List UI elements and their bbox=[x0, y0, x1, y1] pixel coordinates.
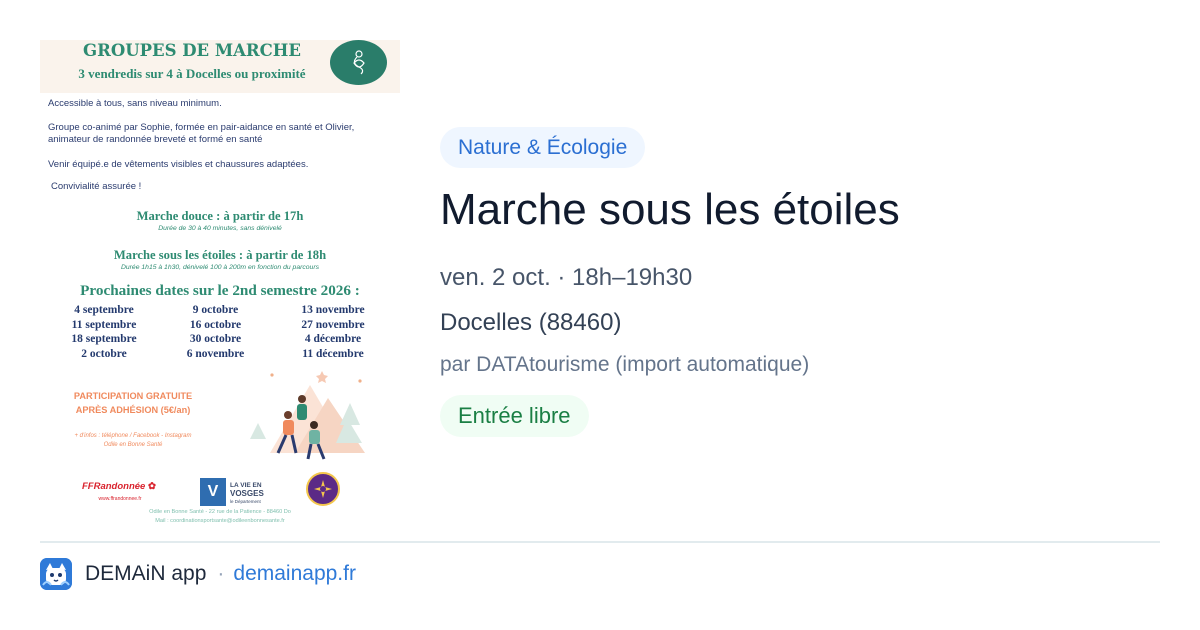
poster-footer-line: Odile en Bonne Santé - 22 rue de la Pati… bbox=[149, 509, 291, 515]
poster-walk-stars-note: Durée 1h15 à 1h30, dénivelé 100 à 200m e… bbox=[120, 264, 319, 271]
poster-date: 11 décembre bbox=[302, 347, 364, 360]
poster-participation-line: APRÈS ADHÉSION (5€/an) bbox=[75, 405, 191, 415]
app-url-link[interactable]: demainapp.fr bbox=[233, 562, 356, 586]
vosges-text-line: le Département bbox=[230, 499, 261, 504]
event-location: Docelles (88460) bbox=[440, 309, 622, 336]
poster-line: animateur de randonnée breveté et formé … bbox=[48, 134, 263, 145]
poster-subtitle: 3 vendredis sur 4 à Docelles ou proximit… bbox=[78, 66, 306, 81]
poster-participation: PARTICIPATION GRATUITE APRÈS ADHÉSION (5… bbox=[48, 389, 218, 417]
poster-date: 18 septembre bbox=[71, 333, 137, 346]
ffr-figure-icon: ✿ bbox=[147, 481, 156, 492]
vosges-departement-logo: V LA VIE EN VOSGES le Département bbox=[200, 478, 270, 508]
poster-date: 4 décembre bbox=[304, 333, 362, 346]
demain-app-icon bbox=[40, 558, 72, 590]
poster-info: + d'infos : téléphone / Facebook - Insta… bbox=[48, 432, 218, 450]
event-title: Marche sous les étoiles bbox=[440, 185, 900, 234]
category-badge: Nature & Écologie bbox=[440, 127, 646, 168]
poster-date: 6 novembre bbox=[186, 347, 245, 360]
poster-title: GROUPES DE MARCHE bbox=[83, 41, 301, 60]
poster-walk-gentle-note: Durée de 30 à 40 minutes, sans dénivelé bbox=[158, 225, 282, 232]
poster-date: 2 octobre bbox=[81, 347, 127, 360]
poster-walk-stars: Marche sous les étoiles : à partir de 18… bbox=[113, 248, 327, 262]
poster-date: 4 septembre bbox=[74, 304, 134, 316]
poster-date: 11 septembre bbox=[71, 318, 137, 331]
poster-participation-line: PARTICIPATION GRATUITE bbox=[73, 391, 193, 401]
event-organizer: par DATAtourisme (import automatique) bbox=[440, 353, 810, 376]
divider bbox=[40, 541, 1160, 543]
poster-line: Convivialité assurée ! bbox=[51, 181, 142, 192]
poster-line: Groupe co-animé par Sophie, formée en pa… bbox=[48, 122, 355, 133]
poster-partner-logos: FFRandonnée ✿ www.ffrandonnee.fr V LA VI… bbox=[40, 472, 400, 512]
poster-dates-grid: 4 septembre 9 octobre 13 novembre 11 sep… bbox=[50, 303, 395, 361]
poster-footer-line: Mail : coordinationsportsante@odileenbon… bbox=[155, 518, 285, 524]
vosges-text-line: LA VIE EN bbox=[230, 482, 262, 489]
poster-date: 13 novembre bbox=[301, 304, 365, 316]
hikers-illustration bbox=[250, 371, 365, 460]
poster-info-line: Odile en Bonne Santé bbox=[103, 442, 163, 448]
odile-logo-icon bbox=[330, 40, 387, 85]
sport-sante-badge-icon bbox=[306, 472, 340, 506]
poster-date: 30 octobre bbox=[189, 333, 242, 346]
footer-separator: · bbox=[217, 562, 225, 585]
app-footer: DEMAiN app · demainapp.fr bbox=[40, 557, 356, 591]
poster-dates-title: Prochaines dates sur le 2nd semestre 202… bbox=[80, 282, 360, 299]
poster-footer: Odile en Bonne Santé - 22 rue de la Pati… bbox=[40, 508, 400, 526]
poster-info-line: + d'infos : téléphone / Facebook - Insta… bbox=[74, 433, 192, 439]
vosges-text: LA VIE EN VOSGES le Département bbox=[230, 482, 270, 505]
ffrandonnee-logo: FFRandonnée ✿ www.ffrandonnee.fr bbox=[82, 481, 158, 505]
poster-date: 27 novembre bbox=[301, 318, 365, 331]
poster-line: Venir équipé.e de vêtements visibles et … bbox=[48, 159, 309, 170]
ffrandonnee-url: www.ffrandonnee.fr bbox=[98, 496, 142, 502]
ffrandonnee-name: FFRandonnée bbox=[82, 481, 146, 492]
poster-walk-gentle: Marche douce : à partir de 17h bbox=[136, 209, 304, 223]
vosges-text-line: VOSGES bbox=[230, 489, 264, 498]
poster-date: 16 octobre bbox=[189, 318, 242, 331]
event-poster-image: GROUPES DE MARCHE 3 vendredis sur 4 à Do… bbox=[40, 40, 400, 530]
app-name: DEMAiN app bbox=[85, 562, 207, 585]
price-badge: Entrée libre bbox=[440, 395, 589, 437]
poster-line: Accessible à tous, sans niveau minimum. bbox=[48, 98, 222, 109]
vosges-v-icon: V bbox=[200, 478, 226, 506]
event-datetime: ven. 2 oct. · 18h–19h30 bbox=[440, 264, 693, 291]
poster-date: 9 octobre bbox=[192, 304, 239, 316]
